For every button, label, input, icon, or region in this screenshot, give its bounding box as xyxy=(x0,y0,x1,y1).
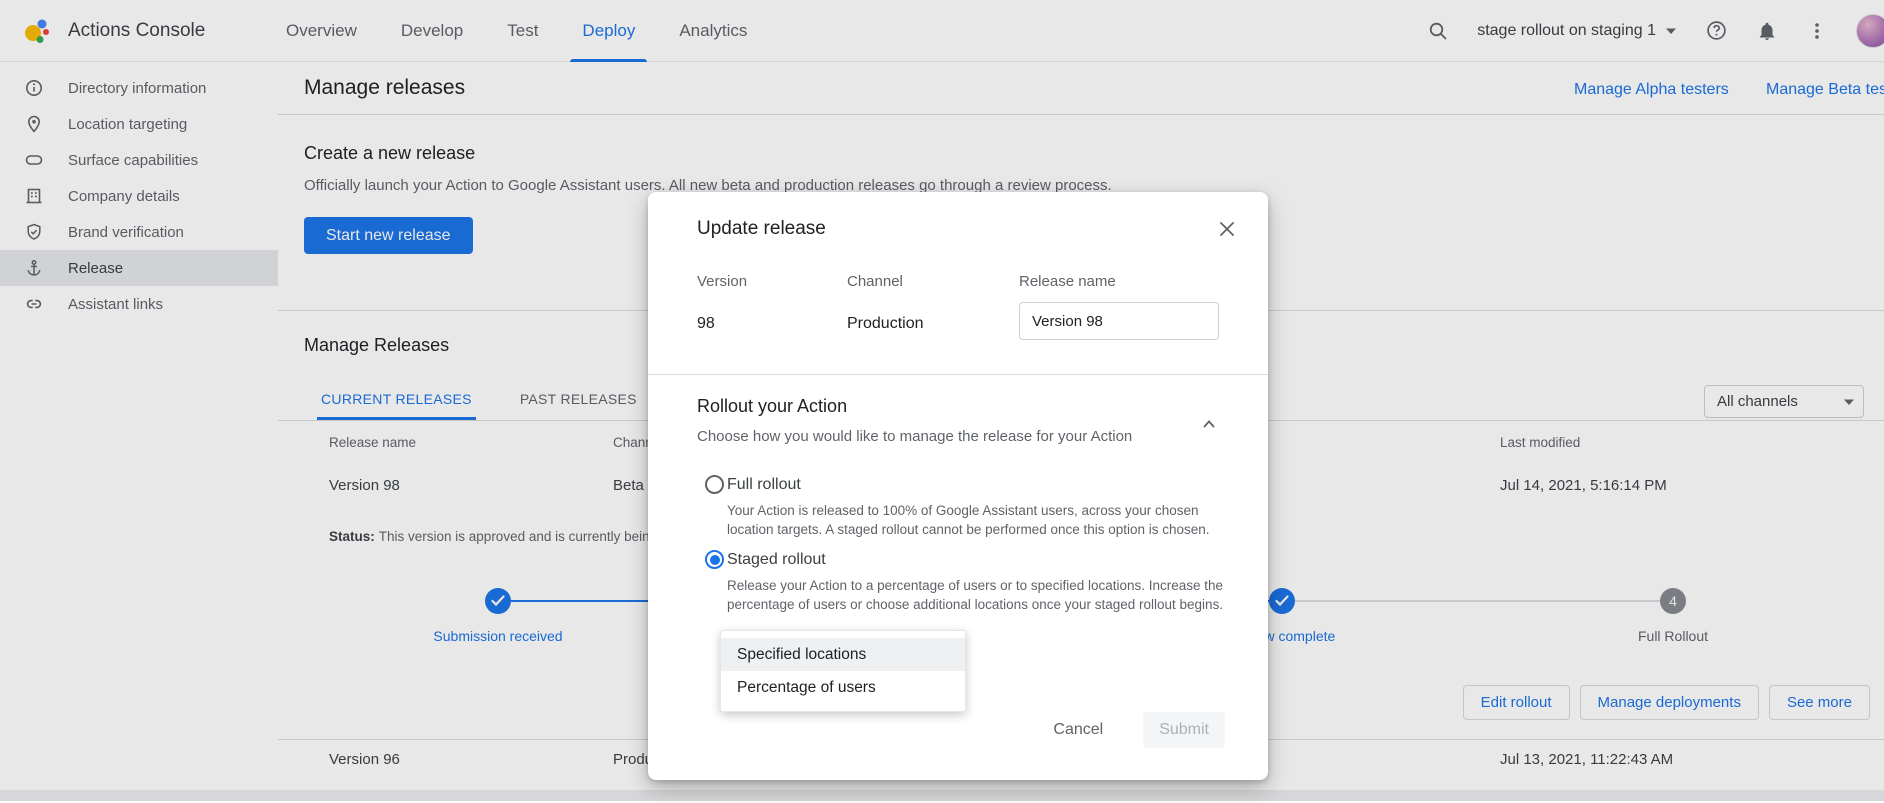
menu-item-percentage-of-users[interactable]: Percentage of users xyxy=(721,671,965,704)
channel-value: Production xyxy=(847,315,924,333)
close-icon[interactable] xyxy=(1216,218,1238,240)
staged-rollout-description: Release your Action to a percentage of u… xyxy=(727,576,1232,614)
menu-item-specified-locations[interactable]: Specified locations xyxy=(721,638,965,671)
version-label: Version xyxy=(697,273,747,290)
dialog-title: Update release xyxy=(697,218,826,240)
dialog-actions: Cancel Submit xyxy=(1053,712,1225,748)
dialog-divider xyxy=(648,374,1268,375)
version-value: 98 xyxy=(697,315,715,333)
full-rollout-label[interactable]: Full rollout xyxy=(727,476,801,494)
rollout-type-menu: Specified locations Percentage of users xyxy=(720,630,966,712)
full-rollout-description: Your Action is released to 100% of Googl… xyxy=(727,501,1232,539)
staged-rollout-radio[interactable] xyxy=(705,550,724,569)
cancel-button[interactable]: Cancel xyxy=(1053,721,1103,739)
rollout-section-subtitle: Choose how you would like to manage the … xyxy=(697,428,1132,445)
release-name-input[interactable] xyxy=(1019,302,1219,340)
submit-button[interactable]: Submit xyxy=(1143,712,1225,748)
channel-label: Channel xyxy=(847,273,903,290)
rollout-section-title: Rollout your Action xyxy=(697,396,847,417)
full-rollout-radio[interactable] xyxy=(705,475,724,494)
staged-rollout-label[interactable]: Staged rollout xyxy=(727,551,826,569)
collapse-chevron-up-icon[interactable] xyxy=(1199,414,1219,434)
release-name-label: Release name xyxy=(1019,273,1116,290)
update-release-dialog: Update release Version Channel Release n… xyxy=(648,192,1268,780)
